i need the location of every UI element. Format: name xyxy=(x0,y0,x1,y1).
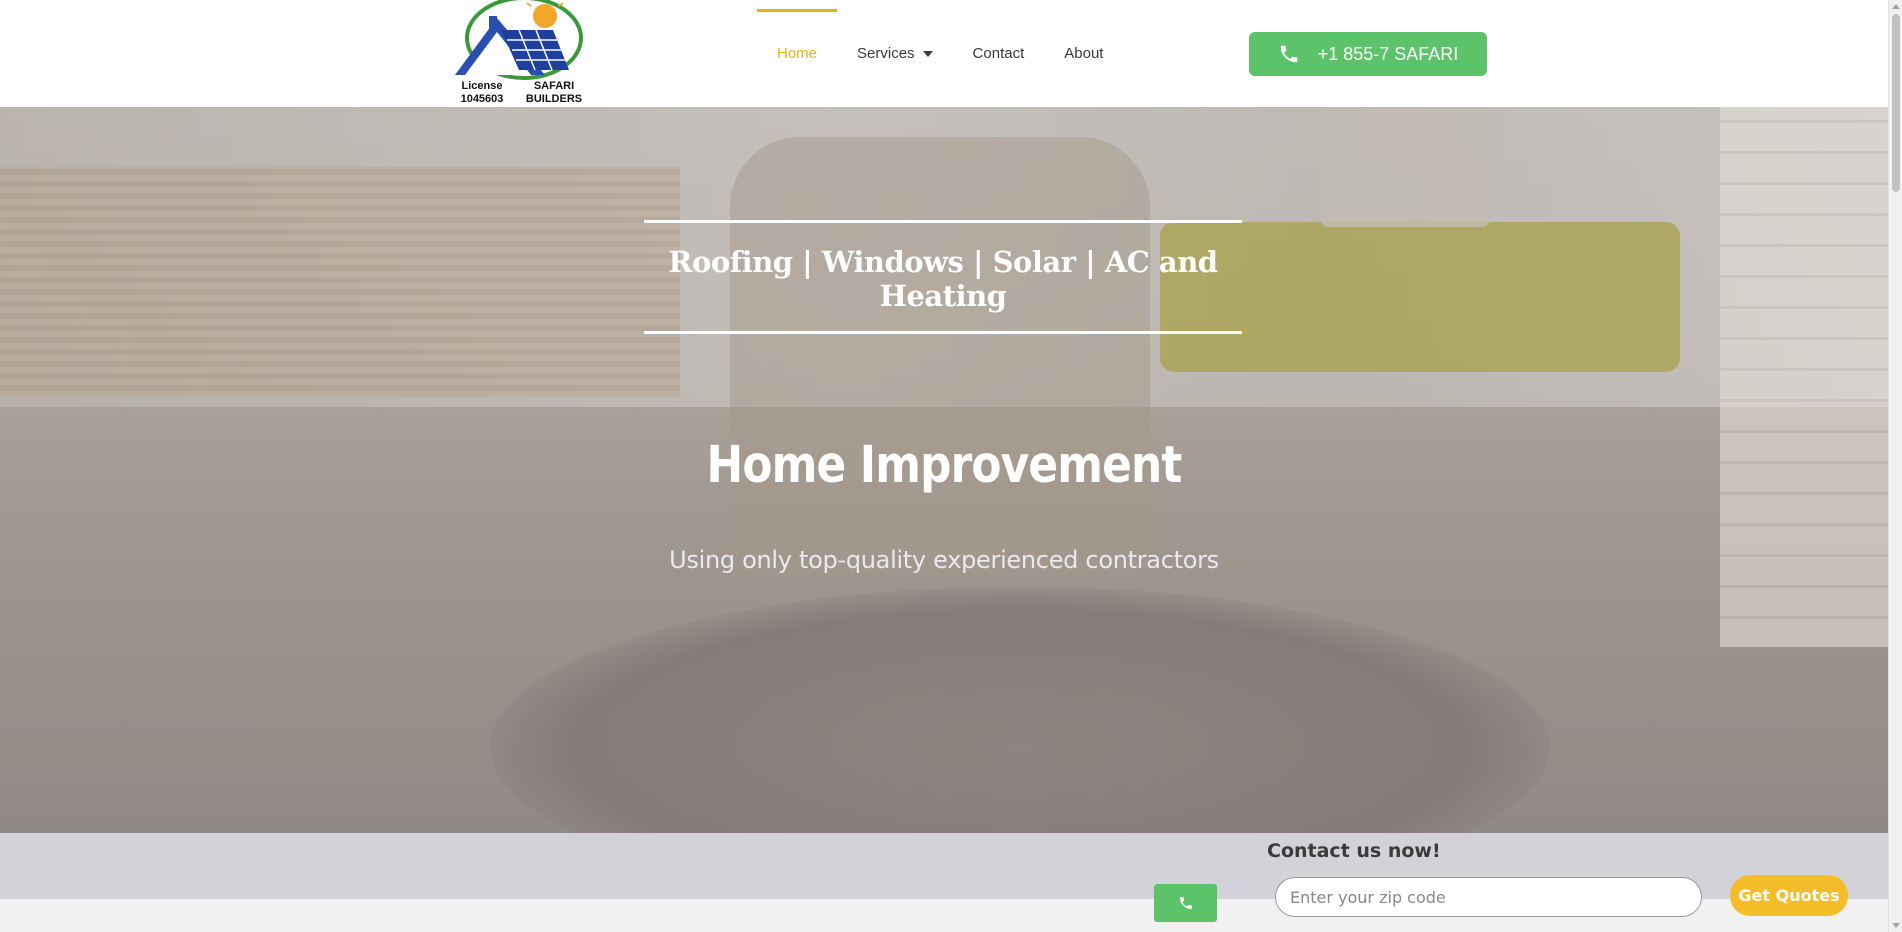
chevron-down-icon xyxy=(922,50,933,57)
phone-icon xyxy=(1280,45,1297,63)
hero-services-block: Roofing | Windows | Solar | AC and Heati… xyxy=(644,220,1242,334)
scroll-thumb[interactable] xyxy=(1892,14,1900,192)
hero-bg-cabinet xyxy=(0,167,680,397)
house-solar-logo-icon xyxy=(455,0,583,80)
phone-number-label: +1 855-7 SAFARI xyxy=(1317,43,1459,64)
hero-bg-brick-wall xyxy=(1720,107,1888,647)
logo-license-label: License xyxy=(461,80,503,92)
nav-about[interactable]: About xyxy=(1044,0,1123,107)
floating-call-button[interactable] xyxy=(1154,884,1217,922)
logo-license-number: 1045603 xyxy=(460,93,504,105)
logo-license: License 1045603 xyxy=(457,80,507,106)
nav-services[interactable]: Services xyxy=(837,0,953,107)
company-logo[interactable]: License 1045603 SAFARI BUILDERS INC xyxy=(449,0,595,118)
main-nav: Home Services Contact About xyxy=(757,0,1123,107)
phone-icon xyxy=(1179,897,1192,909)
zip-code-input[interactable] xyxy=(1275,877,1702,917)
get-quotes-button[interactable]: Get Quotes xyxy=(1730,875,1848,916)
nav-services-label: Services xyxy=(857,45,915,62)
page-scrollbar[interactable] xyxy=(1888,0,1902,932)
hero-services-line: Roofing | Windows | Solar | AC and Heati… xyxy=(668,245,1218,313)
divider-bottom xyxy=(644,331,1242,334)
nav-home[interactable]: Home xyxy=(757,0,838,107)
hero-subtitle: Using only top-quality experienced contr… xyxy=(669,546,1219,574)
logo-company-line1: SAFARI xyxy=(533,80,575,92)
hero-bg-speaker xyxy=(1320,107,1490,227)
hero-bg-armchair xyxy=(730,137,1150,577)
nav-contact[interactable]: Contact xyxy=(953,0,1045,107)
scroll-up-arrow-icon[interactable] xyxy=(1892,4,1900,9)
hero-title: Home Improvement xyxy=(706,436,1183,495)
call-phone-button[interactable]: +1 855-7 SAFARI xyxy=(1249,32,1487,76)
site-header: License 1045603 SAFARI BUILDERS INC Home… xyxy=(0,0,1888,118)
scroll-down-arrow-icon[interactable] xyxy=(1892,923,1900,928)
contact-heading: Contact us now! xyxy=(1267,840,1441,862)
